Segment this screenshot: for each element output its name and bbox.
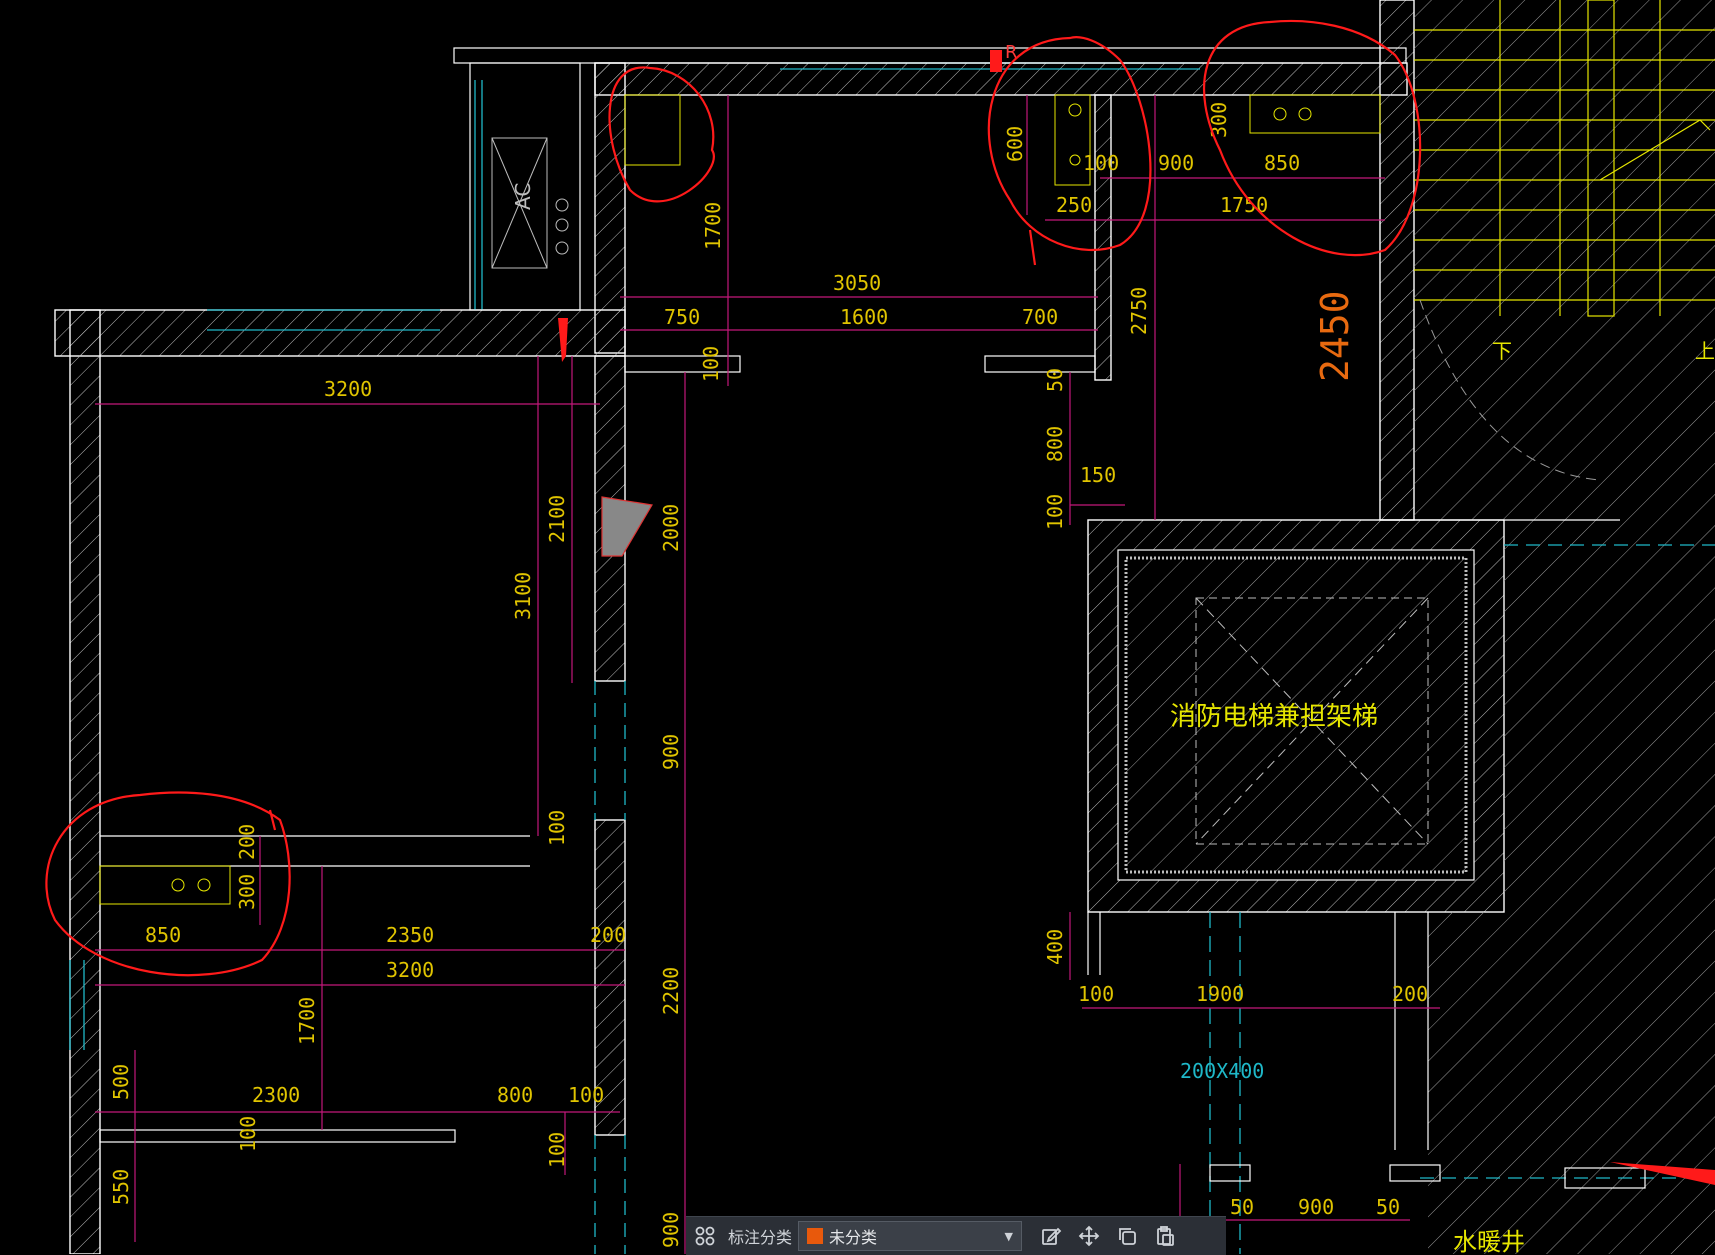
dim-1700-top: 1700: [701, 202, 725, 250]
dim-550: 550: [109, 1169, 133, 1205]
dim-250: 250: [1056, 193, 1092, 217]
dim-50-c: 50: [1376, 1195, 1400, 1219]
red-marker-top: [990, 50, 1002, 72]
dim-850-b: 850: [145, 923, 181, 947]
dim-3100: 3100: [511, 572, 535, 620]
category-label: 标注分类: [728, 1228, 793, 1247]
dim-1900: 1900: [1196, 982, 1244, 1006]
dim-900-top: 900: [1158, 151, 1194, 175]
dim-300-b: 300: [235, 874, 259, 910]
ac-label: AC: [511, 183, 535, 210]
dim-900-c: 900: [1298, 1195, 1334, 1219]
category-select-value: 未分类: [829, 1228, 878, 1247]
dim-3200-b: 3200: [386, 958, 434, 982]
dim-3050: 3050: [833, 271, 881, 295]
dim-200-a: 200: [235, 824, 259, 860]
category-grid-button[interactable]: [686, 1217, 724, 1255]
copy-button[interactable]: [1108, 1217, 1146, 1255]
duct-size-label: 200X400: [1180, 1059, 1264, 1083]
right-hatch-area: [1504, 520, 1715, 1254]
dim-850-top: 850: [1264, 151, 1300, 175]
dim-2100: 2100: [545, 495, 569, 543]
stair-area-hatch: [1414, 0, 1715, 520]
dim-750: 750: [664, 305, 700, 329]
dim-2200: 2200: [659, 967, 683, 1015]
dim-100-c: 100: [1043, 494, 1067, 530]
category-select[interactable]: 未分类 ▼: [798, 1221, 1023, 1251]
dim-2000: 2000: [659, 504, 683, 552]
chevron-down-icon: ▼: [1004, 1229, 1014, 1243]
copy-icon: [1119, 1228, 1136, 1245]
dim-100-f: 100: [568, 1083, 604, 1107]
dim-700: 700: [1022, 305, 1058, 329]
right-lower-hatch: [1428, 912, 1504, 1254]
dim-2450-large: 2450: [1313, 290, 1357, 382]
edit-button[interactable]: [1032, 1217, 1070, 1255]
dim-100-b: 100: [699, 346, 723, 382]
category-color-swatch: [807, 1228, 824, 1244]
dim-200-c: 200: [1392, 982, 1428, 1006]
dim-1600: 1600: [840, 305, 888, 329]
stair-down-label: 下: [1492, 339, 1512, 363]
elevator-label: 消防电梯兼担架梯: [1170, 702, 1378, 732]
grid-icon: [695, 1226, 715, 1246]
dim-100-g: 100: [236, 1116, 260, 1152]
dim-150: 150: [1080, 463, 1116, 487]
dim-2350: 2350: [386, 923, 434, 947]
bottom-toolbar: 标注分类 未分类 ▼: [686, 1216, 1226, 1255]
dim-100-e: 100: [1078, 982, 1114, 1006]
dim-300-top: 300: [1207, 102, 1231, 138]
dim-50-b: 50: [1230, 1195, 1254, 1219]
paste-button[interactable]: [1146, 1217, 1184, 1255]
dim-3200-top: 3200: [324, 377, 372, 401]
dim-50-a: 50: [1043, 368, 1067, 392]
dim-800-a: 800: [1043, 426, 1067, 462]
dim-500: 500: [109, 1064, 133, 1100]
dim-100-d: 100: [545, 810, 569, 846]
dim-900-bottom: 900: [659, 1212, 683, 1248]
dim-2750: 2750: [1127, 287, 1151, 335]
shaft-label: 水暖井: [1453, 1228, 1525, 1254]
dim-200-b: 200: [590, 923, 626, 947]
move-icon: [1078, 1225, 1100, 1247]
dim-600: 600: [1003, 126, 1027, 162]
dim-400: 400: [1043, 929, 1067, 965]
dim-800-b: 800: [497, 1083, 533, 1107]
move-button[interactable]: [1070, 1217, 1108, 1255]
dim-2300: 2300: [252, 1083, 300, 1107]
cad-drawing-canvas[interactable]: AC 3050 750 1600 700 1700 600 100 250 90…: [0, 0, 1715, 1254]
dim-100-h: 100: [545, 1132, 569, 1168]
dim-900-mid: 900: [659, 734, 683, 770]
dim-1700-b: 1700: [295, 997, 319, 1045]
edit-icon: [1042, 1227, 1062, 1245]
door-symbol: [601, 496, 653, 557]
paste-icon: [1157, 1226, 1174, 1246]
dim-100-a: 100: [1083, 151, 1119, 175]
stair-up-label: 上: [1695, 339, 1715, 363]
